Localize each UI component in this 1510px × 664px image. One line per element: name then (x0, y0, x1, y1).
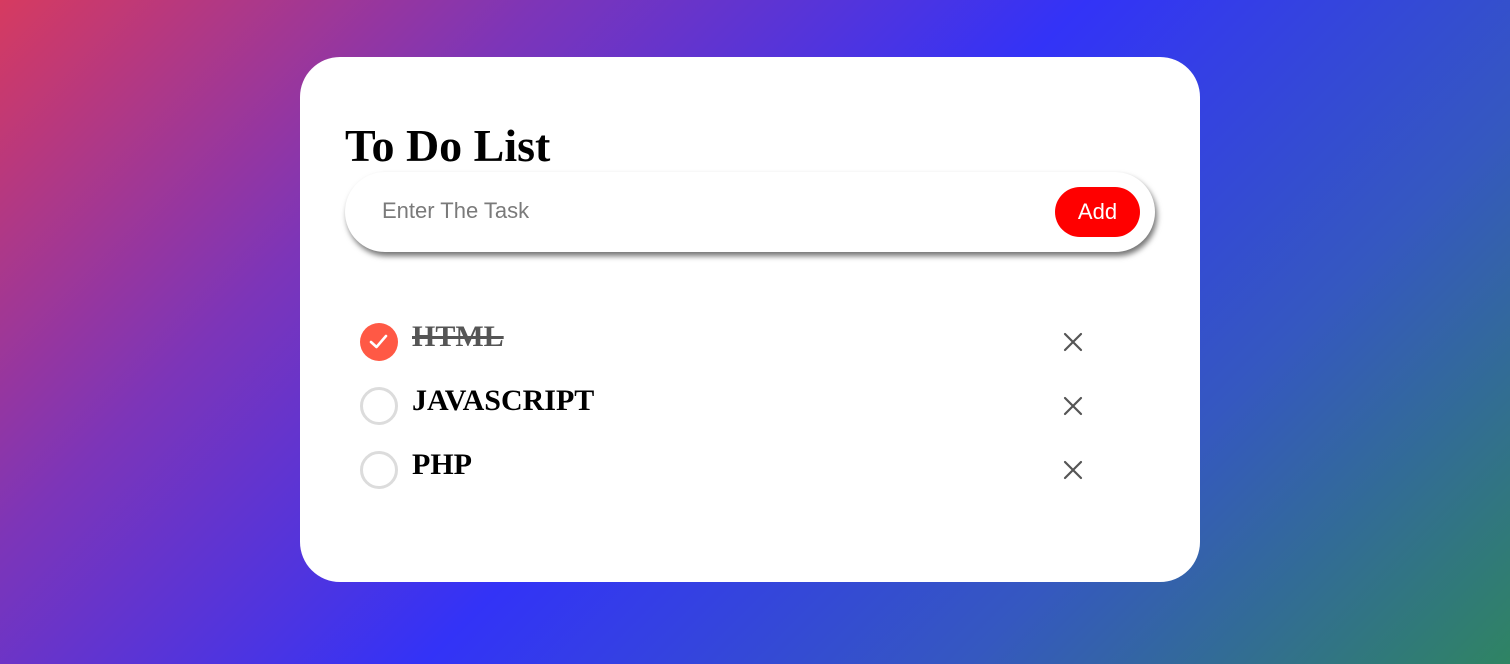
unchecked-circle-icon[interactable] (360, 387, 398, 425)
task-item[interactable]: PHP (360, 435, 1100, 499)
task-input[interactable] (382, 192, 1022, 230)
close-icon[interactable] (1062, 331, 1084, 353)
close-icon[interactable] (1062, 459, 1084, 481)
page-title: To Do List (345, 120, 551, 171)
task-label: JAVASCRIPT (412, 384, 595, 417)
task-label: HTML (412, 320, 504, 353)
task-item[interactable]: JAVASCRIPT (360, 371, 1100, 435)
checked-icon[interactable] (360, 323, 398, 361)
task-label: PHP (412, 448, 472, 481)
close-icon[interactable] (1062, 395, 1084, 417)
add-button[interactable]: Add (1055, 187, 1140, 237)
unchecked-circle-icon[interactable] (360, 451, 398, 489)
task-list: HTML JAVASCRIPT PHP (360, 307, 1100, 499)
task-input-row: Add (345, 172, 1155, 252)
task-item[interactable]: HTML (360, 307, 1100, 371)
todo-card: To Do List Add HTML JAVASCRIPT (300, 57, 1200, 582)
